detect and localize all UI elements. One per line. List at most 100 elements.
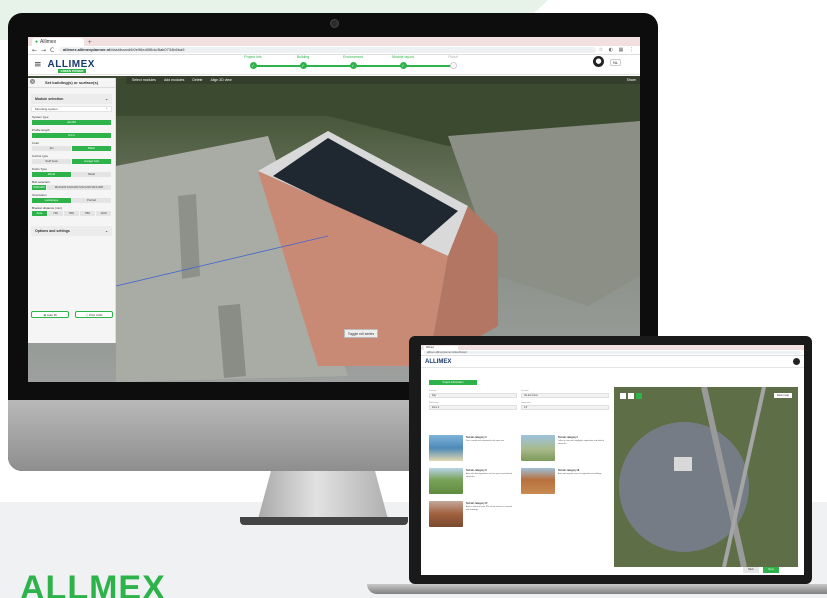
extension-icons[interactable]: ☆ ◐ ▦ ⋮ [599, 47, 636, 53]
laptop-app-logo[interactable]: ALLIMEX [425, 359, 451, 365]
system-type-select[interactable]: ALU30 [32, 120, 111, 125]
app-logo[interactable]: ALLIMEX GREEN POWER [48, 59, 95, 73]
profile-length-label: Profile length [32, 128, 50, 132]
back-icon[interactable]: ← [32, 47, 38, 54]
color-option-alu[interactable]: Alu [32, 146, 71, 151]
terrain-card[interactable]: Terrain category 0 Sea, coastal area exp… [429, 435, 517, 461]
terrain-card[interactable]: Terrain category II Area with low vegeta… [429, 468, 517, 494]
laptop-browser-tab[interactable]: Allimex [424, 346, 458, 350]
new-tab-button[interactable]: + [84, 40, 96, 46]
progress-stepper: Project info ✓ Building ✓ Environment ✓ Mod… [228, 55, 478, 75]
terrain-thumbnail [429, 501, 463, 527]
anchor-type-label: Anchor type [32, 154, 49, 158]
laptop-app-header: ALLIMEX [421, 356, 804, 368]
options-settings-section[interactable]: Options and settings ⌄ [31, 226, 112, 236]
brand-wordmark: ALLMEX [20, 573, 166, 598]
bracket-option-700[interactable]: 700 [48, 211, 63, 216]
tool-align-view[interactable]: Align 3D view [211, 78, 232, 82]
purlin-option-wood[interactable]: Wood [32, 172, 71, 177]
close-icon[interactable]: × [30, 79, 35, 84]
share-button[interactable]: Share [627, 78, 636, 82]
language-select[interactable]: NL [610, 59, 622, 66]
url-input[interactable]: allimex.allimexplanner.nl/dashboard/b0e9… [59, 47, 596, 53]
step-environment[interactable]: Environment ✓ [328, 55, 378, 69]
system-type-label: System type [32, 115, 49, 119]
purlin-option-metal[interactable]: Metal [72, 172, 111, 177]
camera-icon [330, 19, 339, 28]
location-field[interactable]: Via del Corso [521, 393, 609, 398]
terrain-card[interactable]: Terrain category IV Area in which at lea… [429, 501, 517, 527]
next-button[interactable]: Next [763, 567, 779, 573]
chevron-up-icon: ⌃ [105, 107, 108, 111]
laptop-screen: Allimex allimex.allimexplanner.nl/dashbo… [421, 345, 804, 575]
toggle-roll-series-button[interactable]: Toggle roll series [344, 329, 378, 338]
monitor-stand [258, 471, 388, 519]
terrain-card[interactable]: Terrain category I Lakes or area with ne… [521, 435, 609, 461]
module-selection-section[interactable]: Module selection ⌄ [31, 94, 112, 104]
anchor-option-hanger-bolt[interactable]: Hanger bolt [72, 159, 111, 164]
bracket-option-1100[interactable]: 1100 [96, 211, 111, 216]
bracket-option-auto[interactable]: Auto [32, 211, 47, 216]
bolt-selection-label: Bolt selection [32, 180, 50, 184]
hamburger-icon[interactable]: ≡ [34, 60, 42, 70]
step-project-info[interactable]: Project info ✓ [228, 55, 278, 69]
print-cad-button[interactable]: ⎙ Print CAD [75, 311, 113, 318]
map-zoom-icon[interactable] [620, 393, 626, 399]
auto-fill-button[interactable]: ▣ Auto fill [31, 311, 69, 318]
bracket-option-950[interactable]: 950 [80, 211, 95, 216]
field-label: Snow load [521, 402, 531, 404]
back-button[interactable]: Back [743, 567, 759, 573]
settings-panel: × Set building(s) or surface(s) Module se… [28, 78, 116, 343]
chevron-down-icon: ⌄ [105, 97, 108, 101]
terrain-thumbnail [521, 435, 555, 461]
country-field[interactable]: Italy [429, 393, 517, 398]
wind-zone-field[interactable]: Zone 2 [429, 405, 517, 410]
browser-tabbar: ● Allimex + [28, 37, 640, 46]
user-avatar-icon[interactable]: ● [593, 56, 604, 67]
step-module-layout[interactable]: Module layout ✓ [378, 55, 428, 69]
step-building[interactable]: Building ✓ [278, 55, 328, 69]
marketing-mockup: ALLMEX ● Allimex + ← → C allimex.allimexp… [0, 0, 827, 598]
satellite-map[interactable]: Reset map [614, 387, 798, 567]
terrain-card[interactable]: Terrain category III Area with regular c… [521, 468, 609, 494]
reload-icon[interactable]: C [50, 47, 56, 54]
anchor-option-stuff-hook[interactable]: Stuff hook [32, 159, 71, 164]
bracket-option-800[interactable]: 800 [64, 211, 79, 216]
profile-length-select[interactable]: 4,2 m [32, 133, 111, 138]
check-icon: ✓ [299, 62, 307, 69]
tool-delete[interactable]: Delete [192, 78, 202, 82]
building-marker [674, 457, 692, 471]
laptop-url-input[interactable]: allimex.allimexplanner.nl/dashboard [424, 351, 801, 354]
orientation-portrait[interactable]: Portrait [72, 198, 111, 203]
terrain-thumbnail [429, 468, 463, 494]
map-layer-icon[interactable] [628, 393, 634, 399]
check-icon: ✓ [349, 62, 357, 69]
panel-actions: ▣ Auto fill ⎙ Print CAD [31, 311, 113, 318]
reset-map-button[interactable]: Reset map [773, 393, 792, 398]
tool-add-modules[interactable]: Add modules [164, 78, 184, 82]
check-icon: ✓ [249, 62, 257, 69]
map-tool-buttons [620, 393, 642, 399]
orientation-landscape[interactable]: Landscape [32, 198, 71, 203]
color-option-black[interactable]: Black [72, 146, 111, 151]
color-label: Color [32, 141, 40, 145]
chevron-down-icon: ⌄ [105, 229, 108, 233]
browser-tab[interactable]: ● Allimex [32, 38, 84, 46]
tab-project-information[interactable]: Project information [429, 380, 477, 385]
viewport-toolbar: Select modules Add modules Delete Align … [126, 76, 640, 84]
snow-load-field[interactable]: 0,5 [521, 405, 609, 410]
laptop-avatar-icon[interactable] [793, 358, 800, 365]
monitor-stand-base [240, 517, 408, 525]
forward-icon[interactable]: → [41, 47, 47, 54]
purlin-type-label: Purlin Type [32, 167, 47, 171]
desktop-screen: ● Allimex + ← → C allimex.allimexplanner.… [28, 37, 640, 382]
mounting-system-section[interactable]: Mounting system ⌃ [31, 106, 112, 112]
map-pin-icon[interactable] [636, 393, 642, 399]
tool-select-modules[interactable]: Select modules [132, 78, 156, 82]
project-form: Country Italy Location Via del Corso Win… [429, 390, 609, 560]
favicon-icon: ● [35, 39, 39, 45]
field-label: Country [429, 390, 437, 392]
step-finish[interactable]: Finish [428, 55, 478, 69]
bolt-option-selected[interactable]: M10x200 [32, 185, 46, 190]
bolt-option-list[interactable]: M10x200 M10x300 M12x200 M12x300 [47, 185, 111, 190]
